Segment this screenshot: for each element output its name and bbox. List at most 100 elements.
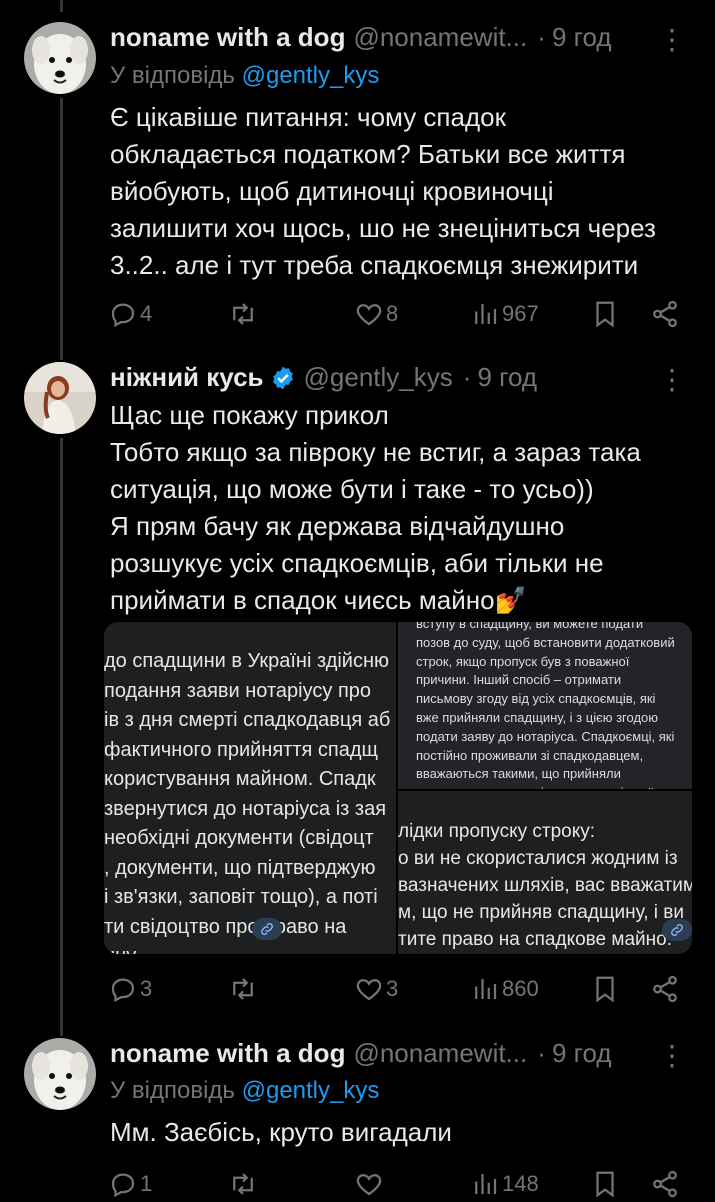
avatar[interactable]	[24, 1038, 96, 1110]
share-button[interactable]	[650, 299, 680, 329]
attached-image-bottom-right[interactable]: лідки пропуску строку: о ви не скористали…	[398, 791, 692, 954]
image-text-line: вазначених шляхів, вас вважатиму	[398, 875, 692, 896]
retweet-button[interactable]	[228, 299, 260, 329]
separator-dot: ·	[537, 1038, 546, 1068]
image-text-line: постійно проживали зі спадкодавцем,	[416, 747, 644, 763]
attached-image-top-right[interactable]: вступу в спадщину, ви можете подати позов…	[398, 622, 692, 789]
like-icon	[356, 979, 382, 1001]
image-text-line: користування майном. Спадк	[104, 768, 376, 790]
link-icon[interactable]	[252, 918, 282, 940]
image-text-line: фактичного прийняття спадщ	[104, 738, 378, 761]
views-count: 860	[502, 976, 539, 1001]
separator-dot: ·	[537, 22, 546, 52]
reply-icon	[111, 1173, 135, 1198]
tweet-header: ніжний кусь @gently_kys · 9 год	[110, 362, 537, 393]
image-text-line: ину.	[104, 945, 140, 954]
views-count: 148	[502, 1171, 539, 1196]
tweet-line: Щас ще покажу прикол	[110, 400, 389, 430]
reply-to: У відповідь @gently_kys	[110, 62, 379, 90]
tweet-line: приймати в спадок чиєсь майно💅	[110, 585, 527, 615]
like-button[interactable]: 3	[354, 974, 398, 1004]
tweet-line: Тобто якщо за півроку не встиг, а зараз …	[110, 437, 641, 467]
reply-count: 4	[140, 301, 153, 326]
bookmark-button[interactable]	[590, 1169, 620, 1199]
image-text-line: необхідні документи (свідоцт	[104, 827, 374, 849]
like-icon	[356, 1174, 382, 1196]
views-count: 967	[502, 301, 539, 326]
bookmark-icon	[596, 976, 614, 1003]
bookmark-button[interactable]	[590, 974, 620, 1004]
image-text-line: позов до суду, щоб встановити додатковий	[416, 634, 675, 650]
more-icon[interactable]: ⋮	[658, 26, 686, 54]
image-text-line: м, що не прийняв спадщину, і ви	[398, 902, 685, 923]
image-text-line: спадщину, якщо не відмовилися від неї	[416, 785, 653, 789]
bookmark-icon	[596, 1171, 614, 1198]
tweet-header: noname with a dog @nonamewit... · 9 год	[110, 1038, 612, 1069]
image-text-line: причини. Інший спосіб – отримати	[416, 672, 622, 688]
more-icon[interactable]: ⋮	[658, 1042, 686, 1070]
tweet-line: Я прям бачу як держава відчайдушно	[110, 511, 565, 541]
user-avatar-image	[24, 362, 96, 434]
share-button[interactable]	[650, 1169, 680, 1199]
like-button[interactable]	[354, 1169, 384, 1199]
image-text-line: вважаються такими, що прийняли	[416, 766, 621, 782]
reply-button[interactable]: 4	[108, 299, 152, 329]
image-text-line: і зв'язки, заповіт тощо), а поті	[104, 886, 378, 908]
avatar[interactable]	[24, 362, 96, 434]
like-button[interactable]: 8	[354, 299, 398, 329]
reply-mention[interactable]: @gently_kys	[242, 1077, 380, 1104]
retweet-icon	[233, 978, 253, 1000]
views-button[interactable]: 967	[470, 299, 539, 329]
retweet-button[interactable]	[228, 974, 260, 1004]
tweet-line: Мм. Заєбісь, круто вигадали	[110, 1117, 452, 1147]
timestamp[interactable]: 9 год	[477, 362, 537, 393]
author-name[interactable]: ніжний кусь	[110, 362, 264, 393]
tweet-text: Є цікавіше питання: чому спадок обкладає…	[110, 99, 700, 284]
like-count: 8	[386, 301, 399, 326]
author-handle[interactable]: @gently_kys	[304, 362, 453, 393]
more-icon[interactable]: ⋮	[658, 366, 686, 394]
author-handle[interactable]: @nonamewit...	[353, 1038, 527, 1069]
separator-dot: ·	[462, 362, 472, 392]
author-name[interactable]: noname with a dog	[110, 22, 345, 53]
reply-icon	[111, 978, 135, 1003]
image-text-line: о ви не скористалися жодним із	[398, 848, 678, 869]
image-text-line: вже прийняли спадщину, і з цією згодою	[416, 710, 659, 725]
reply-prefix: У відповідь	[110, 1077, 235, 1104]
like-count: 3	[386, 976, 399, 1001]
image-text-line: подати заяву до нотаріуса. Спадкоємці, я…	[416, 728, 675, 744]
tweet-text: Мм. Заєбісь, круто вигадали	[110, 1114, 700, 1151]
author-handle[interactable]: @nonamewit...	[353, 22, 527, 53]
reply-button[interactable]: 3	[108, 974, 152, 1004]
retweet-icon	[233, 303, 253, 325]
image-text-line: вступу в спадщину, ви можете подати	[416, 622, 644, 631]
share-icon	[653, 1170, 677, 1198]
thread-line-1	[60, 98, 63, 360]
action-bar: 1 148	[108, 1166, 688, 1202]
attached-image-left[interactable]: до спадщини в Україні здійсню подання зая…	[104, 622, 396, 954]
views-button[interactable]: 860	[470, 974, 539, 1004]
bookmark-icon	[596, 301, 614, 328]
reply-button[interactable]: 1	[108, 1169, 152, 1199]
author-name[interactable]: noname with a dog	[110, 1038, 345, 1069]
reply-mention[interactable]: @gently_kys	[242, 62, 380, 89]
thread-line-top	[60, 0, 63, 12]
action-bar: 3 3 860	[108, 971, 688, 1007]
image-text-line: ів з дня смерті спадкодавця аб	[104, 709, 391, 731]
bookmark-button[interactable]	[590, 299, 620, 329]
timestamp[interactable]: 9 год	[552, 22, 612, 53]
share-button[interactable]	[650, 974, 680, 1004]
link-icon[interactable]	[662, 919, 692, 941]
dog-avatar-image	[24, 1038, 96, 1110]
image-text-line: тите право на спадкове майно.	[398, 929, 672, 950]
image-text-line: звернутися до нотаріуса із зая	[104, 797, 387, 820]
avatar[interactable]	[24, 22, 96, 94]
dog-avatar-image	[24, 22, 96, 94]
timestamp[interactable]: 9 год	[552, 1038, 612, 1069]
reply-count: 3	[140, 976, 153, 1001]
retweet-button[interactable]	[228, 1169, 258, 1199]
tweet-line: розшукує усіх спадкоємців, аби тільки не	[110, 548, 604, 578]
views-button[interactable]: 148	[470, 1169, 539, 1199]
tweet-line: вйобують, щоб дитиночці кровиночці	[110, 176, 554, 206]
verified-icon	[270, 365, 296, 391]
